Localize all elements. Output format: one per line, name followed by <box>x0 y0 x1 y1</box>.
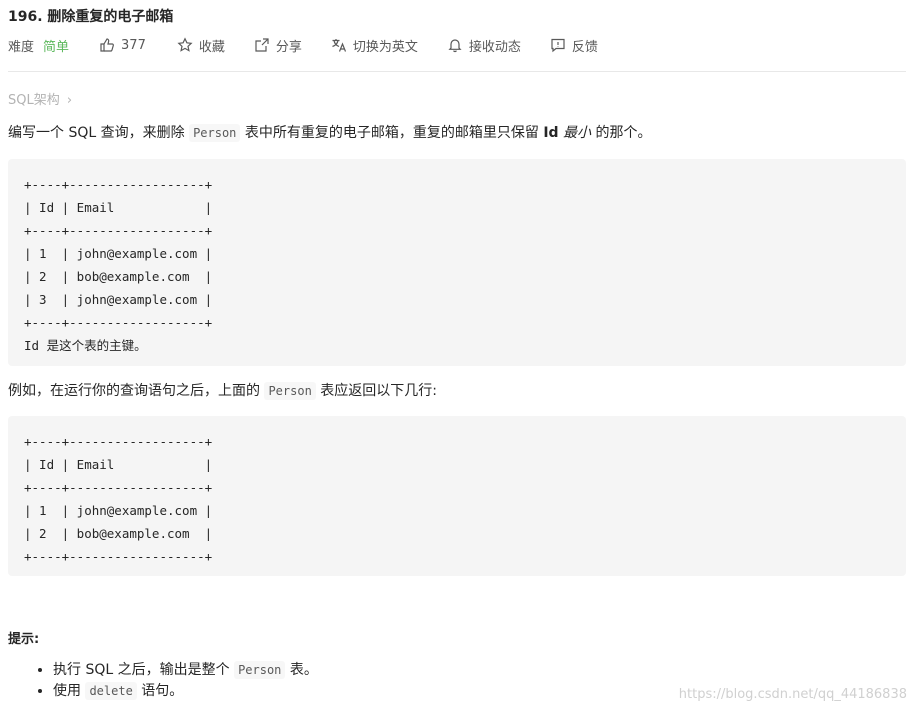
example-description: 例如，在运行你的查询语句之后，上面的 Person 表应返回以下几行: <box>8 382 437 400</box>
description-text: 表中所有重复的电子邮箱，重复的邮箱里只保留 <box>240 125 544 141</box>
hint-item: 执行 SQL 之后，输出是整个 Person 表。 <box>53 660 318 681</box>
feedback-button[interactable]: 反馈 <box>550 36 598 55</box>
favorite-button[interactable]: 收藏 <box>177 36 225 55</box>
share-label: 分享 <box>275 39 302 55</box>
chevron-right-icon: › <box>66 93 73 108</box>
description-text: 的那个。 <box>591 125 652 141</box>
hints-title: 提示: <box>8 632 40 647</box>
like-button[interactable]: 377 <box>99 37 146 53</box>
star-icon <box>177 37 193 53</box>
favorite-label: 收藏 <box>198 39 225 55</box>
problem-title: 196. 删除重复的电子邮箱 <box>8 9 174 25</box>
emphasis-min: 最小 <box>558 125 592 141</box>
feedback-label: 反馈 <box>571 39 598 55</box>
divider <box>8 71 906 72</box>
hints-list: 执行 SQL 之后，输出是整个 Person 表。 使用 delete 语句。 <box>8 660 318 702</box>
example-text: 表应返回以下几行: <box>315 383 437 399</box>
share-button[interactable]: 分享 <box>254 36 302 55</box>
hint-text: 语句。 <box>136 683 184 699</box>
bell-icon <box>447 37 463 53</box>
inline-code: delete <box>85 682 137 700</box>
inline-code: Person <box>189 124 241 142</box>
inline-code: Person <box>234 661 286 679</box>
feedback-icon <box>550 37 566 53</box>
code-block-output-table: +----+------------------+ | Id | Email |… <box>8 416 906 576</box>
switch-language-label: 切换为英文 <box>352 39 418 55</box>
description-text: 编写一个 SQL 查询，来删除 <box>8 125 190 141</box>
bold-id: Id <box>543 125 559 141</box>
code-block-input-table: +----+------------------+ | Id | Email |… <box>8 159 906 366</box>
breadcrumb[interactable]: SQL架构 › <box>8 89 72 108</box>
breadcrumb-label[interactable]: SQL架构 <box>8 93 60 108</box>
hint-text: 执行 SQL 之后，输出是整个 <box>53 662 235 678</box>
hint-item: 使用 delete 语句。 <box>53 681 318 702</box>
example-text: 例如，在运行你的查询语句之后，上面的 <box>8 383 265 399</box>
difficulty-label: 难度 <box>8 39 35 55</box>
difficulty-value: 简单 <box>43 39 70 55</box>
share-icon <box>254 37 270 53</box>
inline-code: Person <box>264 382 316 400</box>
hint-text: 使用 <box>53 683 86 699</box>
thumbs-up-icon <box>99 37 115 53</box>
translate-icon <box>331 37 347 53</box>
watermark: https://blog.csdn.net/qq_44186838 <box>678 687 907 702</box>
like-count: 377 <box>121 37 146 53</box>
switch-language-button[interactable]: 切换为英文 <box>331 36 418 55</box>
difficulty: 难度 简单 <box>8 36 69 55</box>
subscribe-label: 接收动态 <box>468 39 521 55</box>
subscribe-button[interactable]: 接收动态 <box>447 36 521 55</box>
meta-bar: 难度 简单 377 收藏 分享 切换为英文 接收动态 反馈 <box>8 36 598 55</box>
hint-text: 表。 <box>285 662 318 678</box>
problem-description: 编写一个 SQL 查询，来删除 Person 表中所有重复的电子邮箱，重复的邮箱… <box>8 124 651 142</box>
